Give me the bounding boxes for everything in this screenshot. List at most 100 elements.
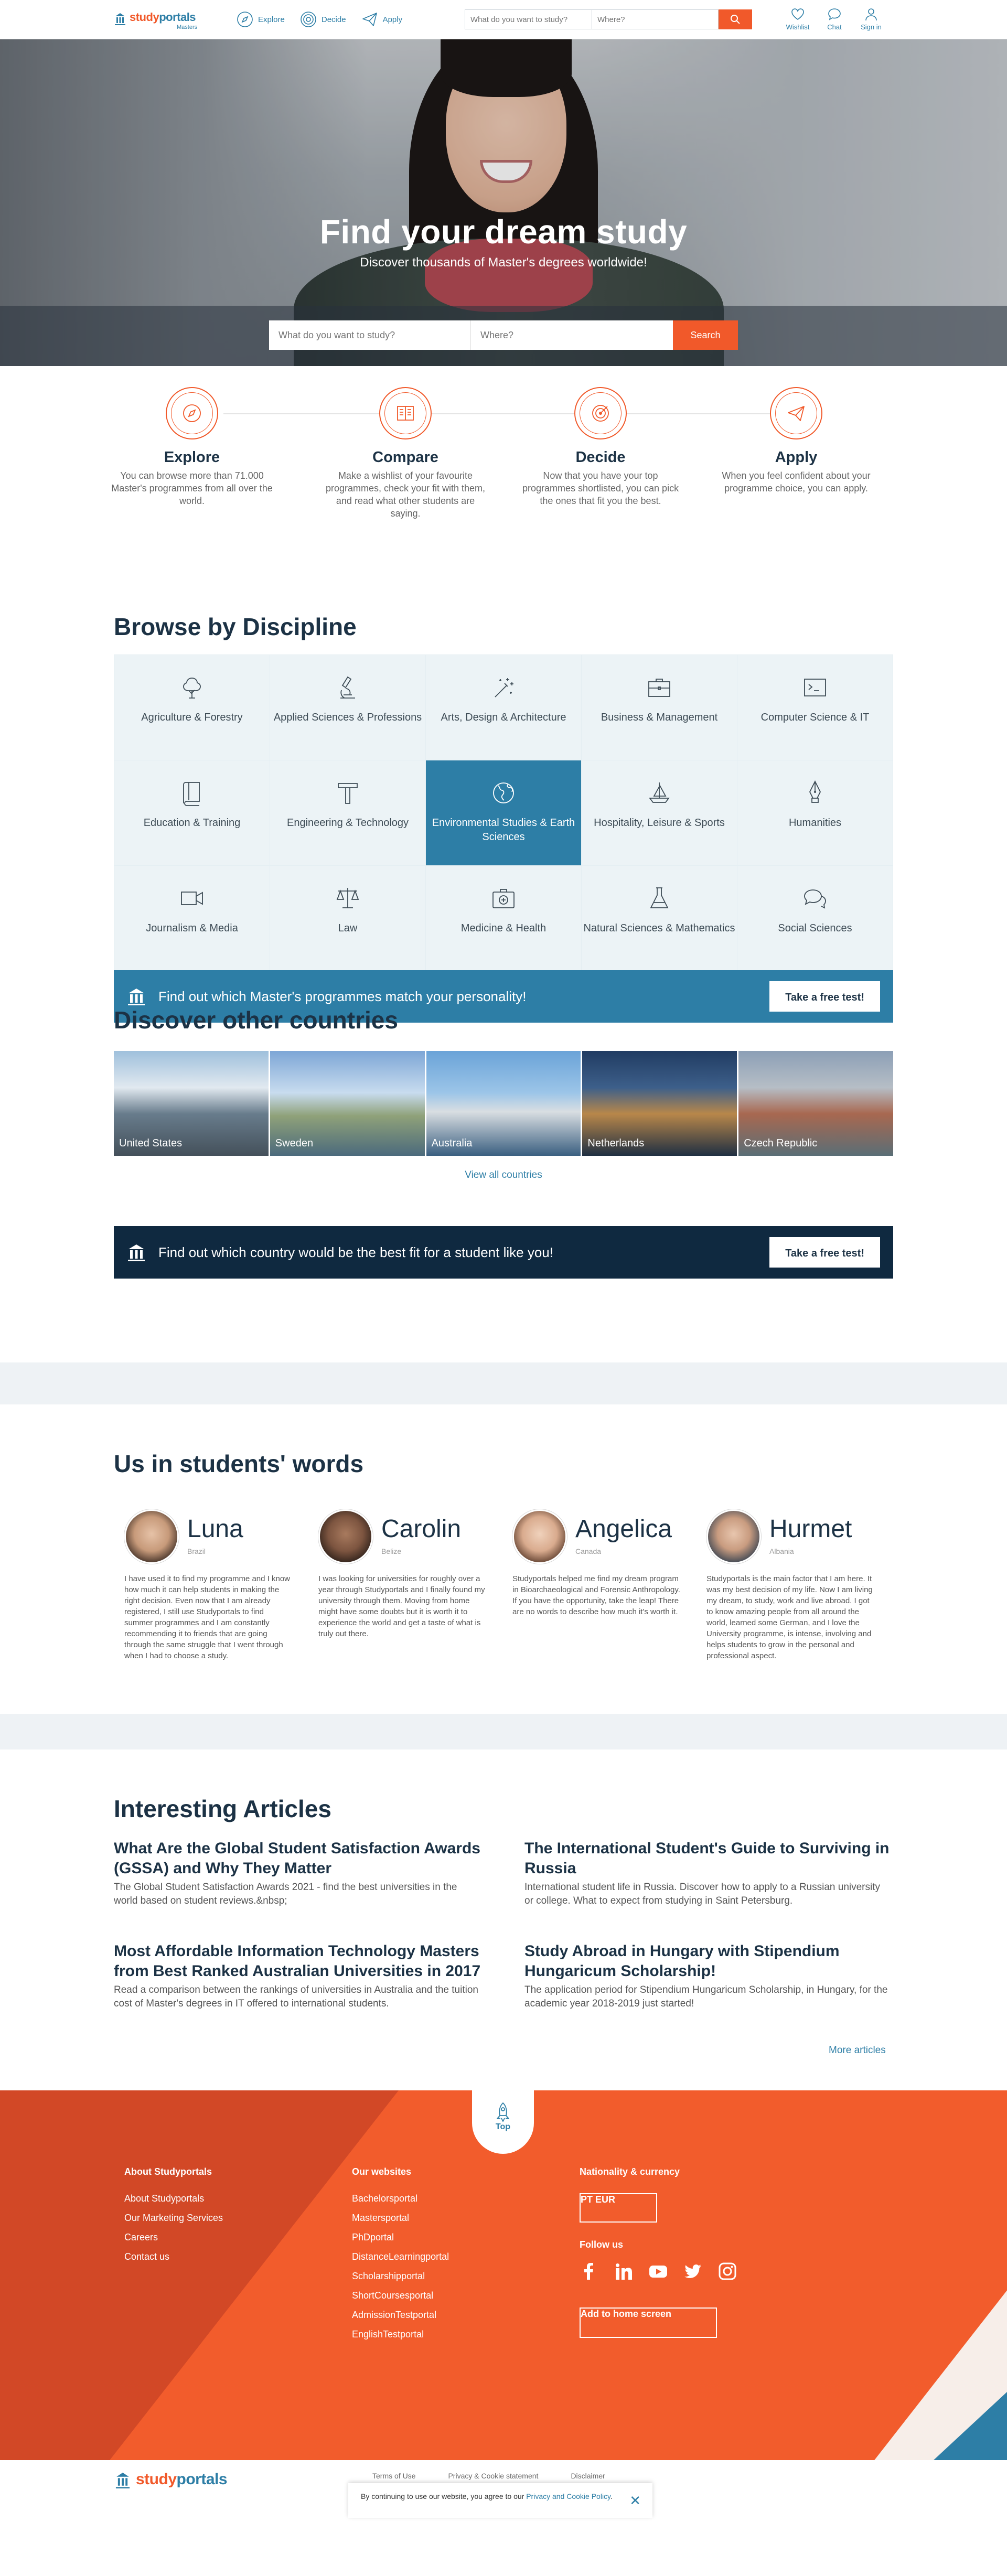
country-card-netherlands[interactable]: Netherlands bbox=[582, 1051, 737, 1156]
pen-nib-icon bbox=[809, 780, 821, 803]
more-articles-link[interactable]: More articles bbox=[829, 2045, 886, 2056]
footer-link[interactable]: Bachelorsportal bbox=[352, 2193, 449, 2204]
back-to-top-button[interactable]: Top bbox=[472, 2090, 534, 2154]
chat-button[interactable]: Chat bbox=[821, 7, 848, 31]
footer-link[interactable]: PhDportal bbox=[352, 2232, 449, 2243]
article-summary: International student life in Russia. Di… bbox=[524, 1882, 881, 1906]
discipline-business[interactable]: Business & Management bbox=[582, 655, 737, 760]
step-title: Explore bbox=[164, 449, 220, 466]
student-country: Belize bbox=[381, 1547, 402, 1555]
footer-link[interactable]: AdmissionTestportal bbox=[352, 2310, 449, 2321]
privacy-link[interactable]: Privacy & Cookie statement bbox=[448, 2472, 538, 2480]
site-logo[interactable]: studyportals Masters bbox=[114, 12, 197, 30]
facebook-link[interactable] bbox=[580, 2262, 598, 2283]
article-title-link[interactable]: What Are the Global Student Satisfaction… bbox=[114, 1839, 481, 1879]
footer-logo[interactable]: studyportals bbox=[114, 2471, 228, 2488]
testimonials: Us in students' words Luna Brazil I have… bbox=[0, 1404, 1007, 1714]
header-search-button[interactable] bbox=[719, 9, 752, 29]
sign-in-button[interactable]: Sign in bbox=[858, 7, 885, 31]
avatar bbox=[124, 1509, 179, 1564]
disclaimer-link[interactable]: Disclaimer bbox=[571, 2472, 605, 2480]
first-aid-kit-icon bbox=[492, 889, 515, 908]
country-label: United States bbox=[119, 1137, 183, 1149]
discipline-applied-sciences[interactable]: Applied Sciences & Professions bbox=[270, 655, 425, 760]
terminal-icon bbox=[804, 679, 826, 696]
footer-heading: Nationality & currency bbox=[580, 2166, 680, 2177]
hero-banner: Find your dream study Discover thousands… bbox=[0, 39, 1007, 366]
discipline-medicine[interactable]: Medicine & Health bbox=[426, 866, 581, 971]
footer-link[interactable]: Scholarshipportal bbox=[352, 2271, 449, 2282]
discipline-humanities[interactable]: Humanities bbox=[737, 760, 893, 865]
youtube-icon bbox=[649, 2266, 667, 2278]
nationality-currency-button[interactable]: PT EUR bbox=[580, 2193, 657, 2223]
site-footer: Top About Studyportals About Studyportal… bbox=[0, 2090, 1007, 2460]
nav-apply[interactable]: Apply bbox=[361, 10, 402, 28]
footer-link[interactable]: Careers bbox=[124, 2232, 223, 2243]
footer-link[interactable]: Contact us bbox=[124, 2251, 223, 2262]
chat-icon bbox=[828, 8, 841, 20]
close-icon[interactable]: ✕ bbox=[629, 2494, 641, 2507]
country-card-united-states[interactable]: United States bbox=[114, 1051, 269, 1156]
portal-logo-icon bbox=[115, 13, 125, 25]
footer-link[interactable]: EnglishTestportal bbox=[352, 2329, 449, 2340]
view-all-countries-link[interactable]: View all countries bbox=[0, 1169, 1007, 1181]
article-title-link[interactable]: Most Affordable Information Technology M… bbox=[114, 1941, 481, 1981]
discipline-journalism[interactable]: Journalism & Media bbox=[114, 866, 270, 971]
microscope-icon bbox=[340, 676, 355, 699]
student-country: Albania bbox=[769, 1547, 794, 1555]
student-name: Luna bbox=[187, 1515, 243, 1543]
discipline-label: Law bbox=[338, 922, 358, 934]
steps-connector bbox=[223, 413, 785, 414]
take-free-test-button[interactable]: Take a free test! bbox=[769, 1237, 880, 1268]
nav-explore[interactable]: Explore bbox=[236, 10, 285, 28]
article-item: Most Affordable Information Technology M… bbox=[114, 1941, 481, 2011]
youtube-link[interactable] bbox=[649, 2262, 668, 2283]
header-actions: Wishlist Chat Sign in bbox=[784, 7, 885, 31]
twitter-link[interactable] bbox=[683, 2262, 702, 2283]
discipline-education[interactable]: Education & Training bbox=[114, 760, 270, 865]
discipline-agriculture[interactable]: Agriculture & Forestry bbox=[114, 655, 270, 760]
article-title-link[interactable]: The International Student's Guide to Sur… bbox=[524, 1839, 892, 1879]
footer-link[interactable]: Our Marketing Services bbox=[124, 2213, 223, 2224]
hero-search-button[interactable]: Search bbox=[673, 320, 738, 350]
discipline-law[interactable]: Law bbox=[270, 866, 425, 971]
discipline-label: Hospitality, Leisure & Sports bbox=[594, 817, 725, 829]
discipline-hospitality[interactable]: Hospitality, Leisure & Sports bbox=[582, 760, 737, 865]
footer-heading: About Studyportals bbox=[124, 2166, 212, 2177]
country-card-australia[interactable]: Australia bbox=[426, 1051, 581, 1156]
hero-search-what-input[interactable] bbox=[269, 320, 471, 350]
article-title-link[interactable]: Study Abroad in Hungary with Stipendium … bbox=[524, 1941, 892, 1981]
discipline-environmental[interactable]: Environmental Studies & Earth Sciences bbox=[426, 760, 581, 865]
header-search-where-input[interactable] bbox=[592, 9, 719, 29]
country-card-sweden[interactable]: Sweden bbox=[270, 1051, 425, 1156]
footer-link[interactable]: ShortCoursesportal bbox=[352, 2290, 449, 2301]
discipline-social-sciences[interactable]: Social Sciences bbox=[737, 866, 893, 971]
discipline-arts[interactable]: Arts, Design & Architecture bbox=[426, 655, 581, 760]
search-icon bbox=[731, 15, 740, 24]
hero-search-where-input[interactable] bbox=[471, 320, 673, 350]
add-to-home-screen-button[interactable]: Add to home screen bbox=[580, 2307, 717, 2338]
step-title: Compare bbox=[372, 449, 438, 466]
wishlist-button[interactable]: Wishlist bbox=[784, 7, 811, 31]
nav-decide[interactable]: Decide bbox=[299, 10, 346, 28]
avatar bbox=[318, 1509, 373, 1564]
discipline-computer-science[interactable]: Computer Science & IT bbox=[737, 655, 893, 760]
header-search-what-input[interactable] bbox=[465, 9, 592, 29]
cookie-policy-link[interactable]: Privacy and Cookie Policy bbox=[526, 2492, 610, 2500]
discipline-engineering[interactable]: Engineering & Technology bbox=[270, 760, 425, 865]
terms-link[interactable]: Terms of Use bbox=[372, 2472, 415, 2480]
article-item: What Are the Global Student Satisfaction… bbox=[114, 1839, 481, 1908]
flask-icon bbox=[650, 887, 669, 908]
step-text: Make a wishlist of your favourite progra… bbox=[325, 470, 486, 519]
footer-link[interactable]: Mastersportal bbox=[352, 2213, 449, 2224]
footer-link[interactable]: About Studyportals bbox=[124, 2193, 223, 2204]
footer-link[interactable]: DistanceLearningportal bbox=[352, 2251, 449, 2262]
target-icon bbox=[592, 405, 609, 422]
linkedin-link[interactable] bbox=[614, 2262, 633, 2283]
instagram-link[interactable] bbox=[718, 2262, 737, 2283]
discipline-label: Arts, Design & Architecture bbox=[441, 712, 566, 723]
country-card-czech-republic[interactable]: Czech Republic bbox=[738, 1051, 893, 1156]
step-title: Apply bbox=[775, 449, 818, 466]
discipline-label: Social Sciences bbox=[778, 922, 852, 934]
discipline-natural-sciences[interactable]: Natural Sciences & Mathematics bbox=[582, 866, 737, 971]
